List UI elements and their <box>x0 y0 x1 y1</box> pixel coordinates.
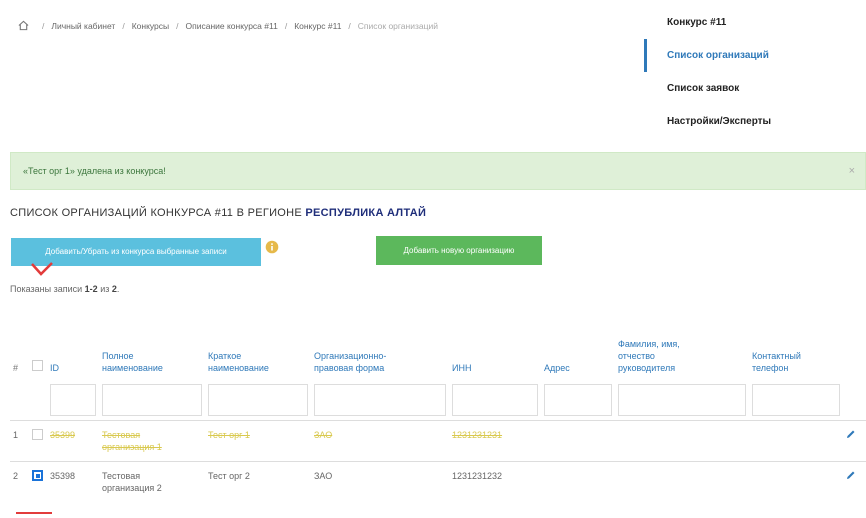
row-id: 35399 <box>47 420 99 462</box>
filter-inn-input[interactable] <box>452 384 538 416</box>
col-header-full-name[interactable]: Полное наименование <box>99 338 205 380</box>
table-row: 1 35399 Тестовая организация 1 Тест орг 1… <box>10 420 866 462</box>
side-menu-item-settings[interactable]: Настройки/Эксперты <box>644 105 854 138</box>
row-address <box>541 461 615 502</box>
row-checkbox[interactable] <box>32 429 43 440</box>
row-inn: 1231231231 <box>449 420 541 462</box>
col-header-short-name[interactable]: Краткое наименование <box>205 338 311 380</box>
row-inn: 1231231232 <box>449 461 541 502</box>
row-head <box>615 461 749 502</box>
breadcrumb-contest-description[interactable]: Описание конкурса #11 <box>186 21 278 31</box>
records-summary: Показаны записи 1-2 из 2. <box>10 284 120 294</box>
select-all-checkbox[interactable] <box>32 360 43 371</box>
row-num: 2 <box>10 461 29 502</box>
row-short-name: Тест орг 2 <box>205 461 311 502</box>
row-short-name: Тест орг 1 <box>205 420 311 462</box>
row-phone <box>749 420 843 462</box>
filter-full-name-input[interactable] <box>102 384 202 416</box>
row-checkbox[interactable] <box>32 470 43 481</box>
filter-legal-form-input[interactable] <box>314 384 446 416</box>
col-header-inn[interactable]: ИНН <box>449 338 541 380</box>
breadcrumb-separator: / <box>42 20 45 31</box>
breadcrumb-separator: / <box>284 20 288 31</box>
row-num: 1 <box>10 420 29 462</box>
filter-phone-input[interactable] <box>752 384 840 416</box>
col-header-id[interactable]: ID <box>47 338 99 380</box>
table-row: 2 35398 Тестовая организация 2 Тест орг 2… <box>10 461 866 502</box>
side-menu: Конкурс #11 Список организаций Список за… <box>644 6 854 138</box>
filter-id-input[interactable] <box>50 384 96 416</box>
breadcrumb-separator: / <box>176 20 179 31</box>
side-menu-item-applications[interactable]: Список заявок <box>644 72 854 105</box>
row-legal-form: ЗАО <box>311 420 449 462</box>
row-phone <box>749 461 843 502</box>
pencil-icon[interactable] <box>846 429 856 439</box>
row-id: 35398 <box>47 461 99 502</box>
page-title-region: Республика Алтай <box>305 207 427 219</box>
page-title: Список организаций конкурса #11 в регион… <box>10 207 426 219</box>
breadcrumb-contest[interactable]: Конкурс #11 <box>294 21 341 31</box>
breadcrumb-separator: / <box>122 20 125 31</box>
alert-message: «Тест орг 1» удалена из конкурса! <box>23 166 166 176</box>
close-icon[interactable]: × <box>849 153 855 189</box>
col-header-select <box>29 338 47 380</box>
row-address <box>541 420 615 462</box>
col-header-num: # <box>13 363 19 373</box>
col-header-address[interactable]: Адрес <box>541 338 615 380</box>
side-menu-item-contest[interactable]: Конкурс #11 <box>644 6 854 39</box>
add-organization-button[interactable]: Добавить новую организацию <box>376 236 542 265</box>
info-icon[interactable] <box>265 240 279 254</box>
col-header-actions <box>843 338 866 380</box>
home-icon[interactable] <box>18 20 29 31</box>
row-head <box>615 420 749 462</box>
filter-short-name-input[interactable] <box>208 384 308 416</box>
col-header-phone[interactable]: Контактный телефон <box>749 338 843 380</box>
pencil-icon[interactable] <box>846 470 856 480</box>
col-header-legal-form[interactable]: Организационно-правовая форма <box>311 338 449 380</box>
row-legal-form: ЗАО <box>311 461 449 502</box>
row-full-name: Тестовая организация 2 <box>99 461 205 502</box>
breadcrumb-current: Список организаций <box>357 20 438 31</box>
row-full-name: Тестовая организация 1 <box>99 420 205 462</box>
col-header-head[interactable]: Фамилия, имя, отчество руководителя <box>615 338 749 380</box>
red-underline-annotation <box>16 512 52 514</box>
breadcrumb: / Личный кабинет / Конкурсы / Описание к… <box>18 20 438 31</box>
success-alert: «Тест орг 1» удалена из конкурса! × <box>10 152 866 190</box>
breadcrumb-separator: / <box>348 20 351 31</box>
breadcrumb-cabinet[interactable]: Личный кабинет <box>51 21 115 31</box>
side-menu-item-organizations[interactable]: Список организаций <box>644 39 854 72</box>
filter-address-input[interactable] <box>544 384 612 416</box>
filter-row <box>10 380 866 421</box>
page-title-prefix: Список организаций конкурса #11 в регион… <box>10 207 303 219</box>
filter-head-input[interactable] <box>618 384 746 416</box>
red-checkmark-annotation <box>31 262 53 276</box>
table-header-row: # ID Полное наименование Краткое наименова… <box>10 338 866 380</box>
organizations-table: # ID Полное наименование Краткое наименова… <box>10 338 866 502</box>
breadcrumb-contests[interactable]: Конкурсы <box>132 21 169 31</box>
